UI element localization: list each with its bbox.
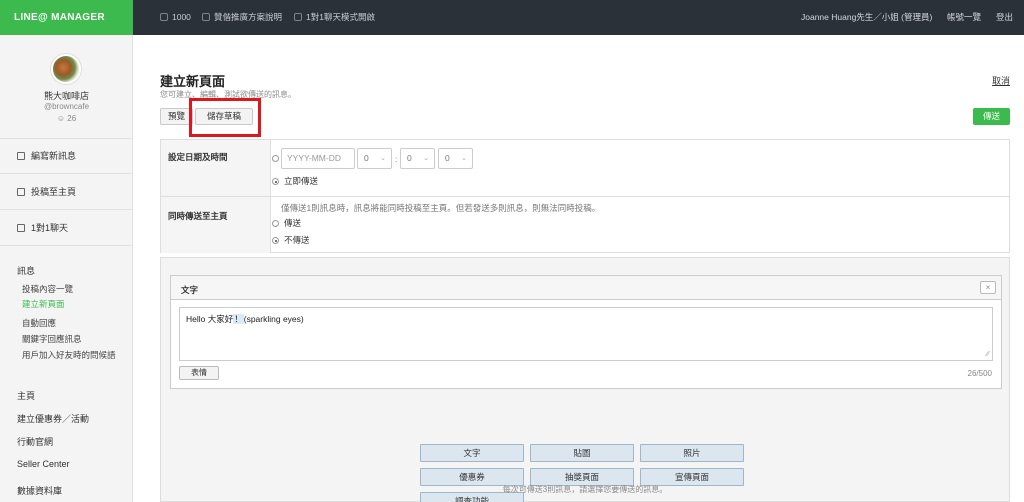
char-counter: 26/500 <box>967 369 992 378</box>
sidebar-item-compose[interactable]: 編寫新訊息 <box>0 139 133 174</box>
account-profile: 熊大咖啡店 @browncafe ☺ 26 <box>0 35 133 139</box>
points-indicator: 1000 <box>160 0 191 35</box>
add-photo-button[interactable]: 照片 <box>640 444 744 462</box>
chevron-down-icon: ⌄ <box>380 155 386 162</box>
accounts-link[interactable]: 帳號一覽 <box>947 0 981 35</box>
person-icon: ☺ <box>56 114 66 123</box>
add-sticker-button[interactable]: 貼圖 <box>530 444 634 462</box>
sidebar-section-messages: 訊息 <box>17 266 36 276</box>
user-name[interactable]: Joanne Huang先生／小姐 (管理員) <box>801 0 932 35</box>
crosspost-no-send-label: 不傳送 <box>284 235 310 245</box>
radio-icon <box>272 155 279 162</box>
chat-icon <box>294 13 302 21</box>
radio-selected-icon <box>272 237 279 244</box>
promo-link-label: 贊偕推廣方案說明 <box>214 12 283 22</box>
points-icon <box>160 13 168 21</box>
sidebar-item-keyword-reply[interactable]: 關鍵字回應訊息 <box>22 334 122 345</box>
radio-selected-icon <box>272 178 279 185</box>
send-now-radio[interactable]: 立即傳送 <box>272 175 318 187</box>
close-icon: × <box>985 283 991 292</box>
page-title: 建立新頁面 <box>160 74 226 89</box>
row-divider <box>161 196 1009 197</box>
sidebar-item-coupon[interactable]: 建立優惠券／活動 <box>17 412 89 425</box>
sidebar-item-database[interactable]: 數據資料庫 <box>17 484 62 497</box>
schedule-radio-custom[interactable] <box>272 153 284 163</box>
crosspost-label: 同時傳送至主頁 <box>161 197 271 253</box>
message-textarea[interactable]: Hello 大家好！(sparkling eyes) ∕∕ <box>179 307 993 361</box>
chat-icon <box>17 224 25 232</box>
message-text: Hello 大家好 <box>186 314 234 324</box>
second-value: 0 <box>445 153 450 163</box>
sidebar-item-greeting[interactable]: 用戶加入好友時的問候語 <box>22 350 122 361</box>
close-button[interactable]: × <box>980 281 996 294</box>
logout-link[interactable]: 登出 <box>996 0 1013 35</box>
promo-link[interactable]: 贊偕推廣方案說明 <box>202 0 282 35</box>
shop-id: @browncafe <box>43 102 90 111</box>
text-message-card: 文字 × Hello 大家好！(sparkling eyes) ∕∕ 表情 26… <box>170 275 1002 389</box>
chat-mode-label: 1對1聊天模式開啟 <box>306 12 375 22</box>
hour-value: 0 <box>364 153 369 163</box>
add-text-button[interactable]: 文字 <box>420 444 524 462</box>
time-separator: : <box>395 154 398 164</box>
speaker-icon <box>17 152 25 160</box>
sidebar-item-post-list[interactable]: 投稿內容一覽 <box>22 284 122 295</box>
document-icon <box>202 13 210 21</box>
sidebar-item-home[interactable]: 主頁 <box>17 389 35 402</box>
edit-icon <box>17 188 25 196</box>
hour-select[interactable]: 0 ⌄ <box>357 148 392 169</box>
sidebar-item-label: 編寫新訊息 <box>31 151 77 161</box>
send-button[interactable]: 傳送 <box>973 108 1010 125</box>
sidebar-item-label: 1對1聊天 <box>31 223 69 233</box>
sidebar-item-post-home[interactable]: 投稿至主頁 <box>0 175 133 210</box>
sidebar-item-seller-center[interactable]: Seller Center <box>17 459 70 469</box>
chat-mode-link[interactable]: 1對1聊天模式開啟 <box>294 0 375 35</box>
crosspost-option-no-send[interactable]: 不傳送 <box>272 234 310 246</box>
chevron-down-icon: ⌄ <box>461 155 467 162</box>
date-input[interactable]: YYYY-MM-DD <box>281 148 355 169</box>
crosspost-send-label: 傳送 <box>284 218 302 228</box>
points-value: 1000 <box>172 12 191 22</box>
app-logo[interactable]: LINE@ MANAGER <box>0 0 133 35</box>
sidebar: 熊大咖啡店 @browncafe ☺ 26 編寫新訊息 投稿至主頁 1對1聊天 … <box>0 35 133 502</box>
main-content: 建立新頁面 您可建立、編輯、測試欲傳送的訊息。 取消 預覽 儲存草稿 傳送 設定… <box>134 35 1024 502</box>
chevron-down-icon: ⌄ <box>423 155 429 162</box>
cancel-link[interactable]: 取消 <box>992 74 1010 87</box>
friends-count: ☺ 26 <box>0 114 133 123</box>
avatar[interactable] <box>51 54 81 84</box>
schedule-label: 設定日期及時間 <box>161 140 271 196</box>
send-now-label: 立即傳送 <box>284 176 319 186</box>
second-select[interactable]: 0 ⌄ <box>438 148 473 169</box>
sidebar-item-auto-reply[interactable]: 自動回應 <box>22 318 122 329</box>
minute-value: 0 <box>407 153 412 163</box>
highlight-box <box>189 98 261 137</box>
composer-footnote: 每次可傳送3則訊息，請選擇您要傳送的訊息。 <box>502 485 668 494</box>
friends-count-value: 26 <box>67 114 77 123</box>
emoji-placeholder: ！ <box>233 314 244 324</box>
crosspost-note: 僅傳送1則訊息時，訊息將能同時投稿至主頁。但若發送多則訊息，則無法同時投稿。 <box>281 203 601 213</box>
minute-select[interactable]: 0 ⌄ <box>400 148 435 169</box>
crosspost-option-send[interactable]: 傳送 <box>272 217 301 229</box>
sidebar-item-label: 投稿至主頁 <box>31 187 77 197</box>
resize-handle-icon[interactable]: ∕∕ <box>987 351 989 358</box>
sidebar-item-create-page[interactable]: 建立新頁面 <box>22 299 122 310</box>
top-bar: LINE@ MANAGER 1000 贊偕推廣方案說明 1對1聊天模式開啟 Jo… <box>0 0 1024 35</box>
message-composer: 文字 × Hello 大家好！(sparkling eyes) ∕∕ 表情 26… <box>160 257 1010 502</box>
settings-table: 設定日期及時間 YYYY-MM-DD 0 ⌄ : 0 ⌄ 0 ⌄ 立即傳送 同時傳送至… <box>160 139 1010 253</box>
card-header: 文字 × <box>171 276 1001 300</box>
emoji-name: (sparkling eyes) <box>243 314 304 324</box>
emoticon-button[interactable]: 表情 <box>179 366 219 380</box>
sidebar-item-chat[interactable]: 1對1聊天 <box>0 211 133 246</box>
sidebar-item-mobile-site[interactable]: 行動官網 <box>17 435 53 448</box>
shop-name: 熊大咖啡店 <box>43 91 89 101</box>
radio-icon <box>272 220 279 227</box>
card-title: 文字 <box>181 285 199 295</box>
